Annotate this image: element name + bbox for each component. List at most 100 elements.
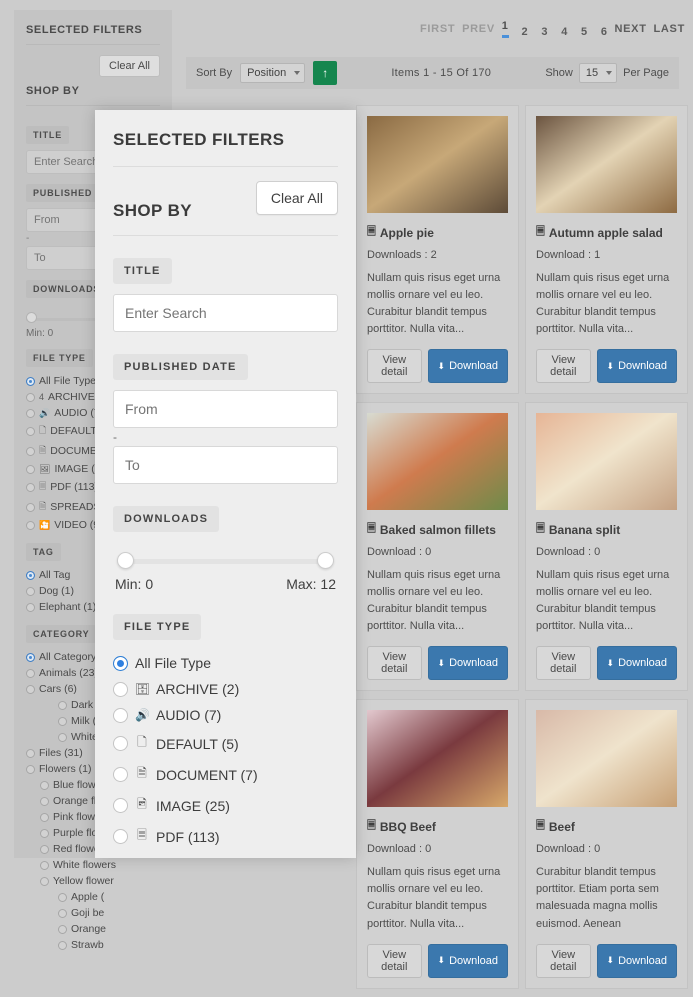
pagination-page-5[interactable]: 5 — [581, 26, 588, 38]
radio-button[interactable] — [26, 409, 35, 418]
radio-button[interactable] — [58, 893, 67, 902]
radio-button[interactable] — [26, 427, 35, 436]
clear-all-button[interactable]: Clear All — [99, 55, 160, 77]
product-card[interactable]: 🗏 BBQ Beef Download : 0 Nullam quis risus e… — [356, 699, 519, 988]
sort-direction-button[interactable]: ↑ — [313, 61, 337, 85]
radio-button[interactable] — [113, 682, 128, 697]
product-card[interactable]: 🗏 Apple pie Downloads : 2 Nullam quis risus… — [356, 105, 519, 394]
product-thumbnail[interactable] — [536, 710, 677, 807]
slider-knob-min[interactable] — [117, 552, 134, 569]
product-thumbnail[interactable] — [536, 413, 677, 510]
pagination-page-2[interactable]: 2 — [522, 26, 529, 38]
view-detail-button[interactable]: View detail — [367, 646, 422, 680]
radio-button[interactable] — [40, 861, 49, 870]
radio-button[interactable] — [26, 603, 35, 612]
modal-file-type-option-7[interactable]: 🗎SPREADSHEET (2) — [113, 852, 338, 858]
radio-button[interactable] — [58, 701, 67, 710]
slider-knob-max[interactable] — [317, 552, 334, 569]
pagination-page-1[interactable]: 1 — [502, 20, 509, 38]
category-option-14[interactable]: Yellow flower — [26, 873, 160, 889]
category-option-13[interactable]: White flowers — [26, 857, 160, 873]
category-option-16[interactable]: Goji be — [26, 905, 160, 921]
category-option-15[interactable]: Apple ( — [26, 889, 160, 905]
pagination-prev[interactable]: PREV — [462, 23, 495, 35]
download-button[interactable]: ⬇ Download — [597, 944, 677, 978]
modal-file-type-option-6[interactable]: 🗏 PDF (113) — [113, 821, 338, 852]
sort-by-select[interactable]: Position — [240, 63, 305, 83]
product-thumbnail[interactable] — [367, 710, 508, 807]
view-detail-button[interactable]: View detail — [367, 349, 422, 383]
product-thumbnail[interactable] — [536, 116, 677, 213]
modal-file-type-option-3[interactable]: 🗋 DEFAULT (5) — [113, 728, 338, 759]
modal-date-from-input[interactable] — [113, 390, 338, 428]
product-description: Nullam quis risus eget urna mollis ornar… — [536, 567, 677, 635]
radio-button[interactable] — [26, 483, 35, 492]
radio-button[interactable] — [26, 669, 35, 678]
radio-button[interactable] — [26, 685, 35, 694]
pagination-page-3[interactable]: 3 — [541, 26, 548, 38]
modal-file-type-option-2[interactable]: 🔊 AUDIO (7) — [113, 702, 338, 728]
radio-button[interactable] — [26, 447, 35, 456]
radio-button[interactable] — [113, 767, 128, 782]
modal-date-to-input[interactable] — [113, 446, 338, 484]
download-button[interactable]: ⬇ Download — [428, 944, 508, 978]
radio-button[interactable] — [40, 845, 49, 854]
download-button[interactable]: ⬇ Download — [597, 646, 677, 680]
modal-file-type-option-5[interactable]: 🖻 IMAGE (25) — [113, 790, 338, 821]
category-option-17[interactable]: Orange — [26, 921, 160, 937]
per-page-select[interactable]: 15 — [579, 63, 617, 83]
modal-title-search-input[interactable] — [113, 294, 338, 332]
modal-file-type-option-0[interactable]: All File Type — [113, 650, 338, 676]
category-option-18[interactable]: Strawb — [26, 937, 160, 953]
product-card[interactable]: 🗏 Baked salmon fillets Download : 0 Nullam … — [356, 402, 519, 691]
pagination-page-4[interactable]: 4 — [561, 26, 568, 38]
radio-button[interactable] — [113, 736, 128, 751]
radio-button[interactable] — [26, 749, 35, 758]
pagination-first[interactable]: FIRST — [420, 23, 455, 35]
file-type-option-label: PDF (113) — [50, 481, 98, 493]
radio-button[interactable] — [26, 393, 35, 402]
product-thumbnail[interactable] — [367, 413, 508, 510]
pagination-last[interactable]: LAST — [653, 23, 685, 35]
pagination-next[interactable]: NEXT — [615, 23, 647, 35]
radio-button[interactable] — [26, 377, 35, 386]
modal-clear-all-button[interactable]: Clear All — [256, 181, 338, 215]
radio-button[interactable] — [58, 909, 67, 918]
radio-button[interactable] — [26, 653, 35, 662]
download-button[interactable]: ⬇ Download — [597, 349, 677, 383]
modal-file-type-option-4[interactable]: 🗎 DOCUMENT (7) — [113, 759, 338, 790]
radio-button[interactable] — [40, 813, 49, 822]
radio-button[interactable] — [58, 925, 67, 934]
radio-button[interactable] — [26, 587, 35, 596]
radio-button[interactable] — [40, 781, 49, 790]
radio-button[interactable] — [26, 571, 35, 580]
radio-button[interactable] — [58, 717, 67, 726]
view-detail-button[interactable]: View detail — [536, 944, 591, 978]
radio-button[interactable] — [40, 829, 49, 838]
download-button[interactable]: ⬇ Download — [428, 646, 508, 680]
view-detail-button[interactable]: View detail — [367, 944, 422, 978]
radio-button[interactable] — [40, 797, 49, 806]
radio-button[interactable] — [26, 521, 35, 530]
radio-button[interactable] — [113, 656, 128, 671]
product-card[interactable]: 🗏 Banana split Download : 0 Nullam quis ris… — [525, 402, 688, 691]
download-button[interactable]: ⬇ Download — [428, 349, 508, 383]
modal-downloads-range-slider[interactable] — [117, 552, 334, 570]
slider-knob-min[interactable] — [26, 312, 37, 323]
product-card[interactable]: 🗏 Beef Download : 0 Curabitur blandit tempu… — [525, 699, 688, 988]
radio-button[interactable] — [113, 708, 128, 723]
modal-file-type-option-1[interactable]: 🗄 ARCHIVE (2) — [113, 676, 338, 702]
radio-button[interactable] — [113, 798, 128, 813]
pagination-page-6[interactable]: 6 — [601, 26, 608, 38]
radio-button[interactable] — [26, 465, 35, 474]
radio-button[interactable] — [26, 765, 35, 774]
product-thumbnail[interactable] — [367, 116, 508, 213]
radio-button[interactable] — [58, 733, 67, 742]
radio-button[interactable] — [40, 877, 49, 886]
radio-button[interactable] — [113, 829, 128, 844]
radio-button[interactable] — [26, 503, 35, 512]
radio-button[interactable] — [58, 941, 67, 950]
view-detail-button[interactable]: View detail — [536, 349, 591, 383]
view-detail-button[interactable]: View detail — [536, 646, 591, 680]
product-card[interactable]: 🗏 Autumn apple salad Download : 1 Nullam qu… — [525, 105, 688, 394]
